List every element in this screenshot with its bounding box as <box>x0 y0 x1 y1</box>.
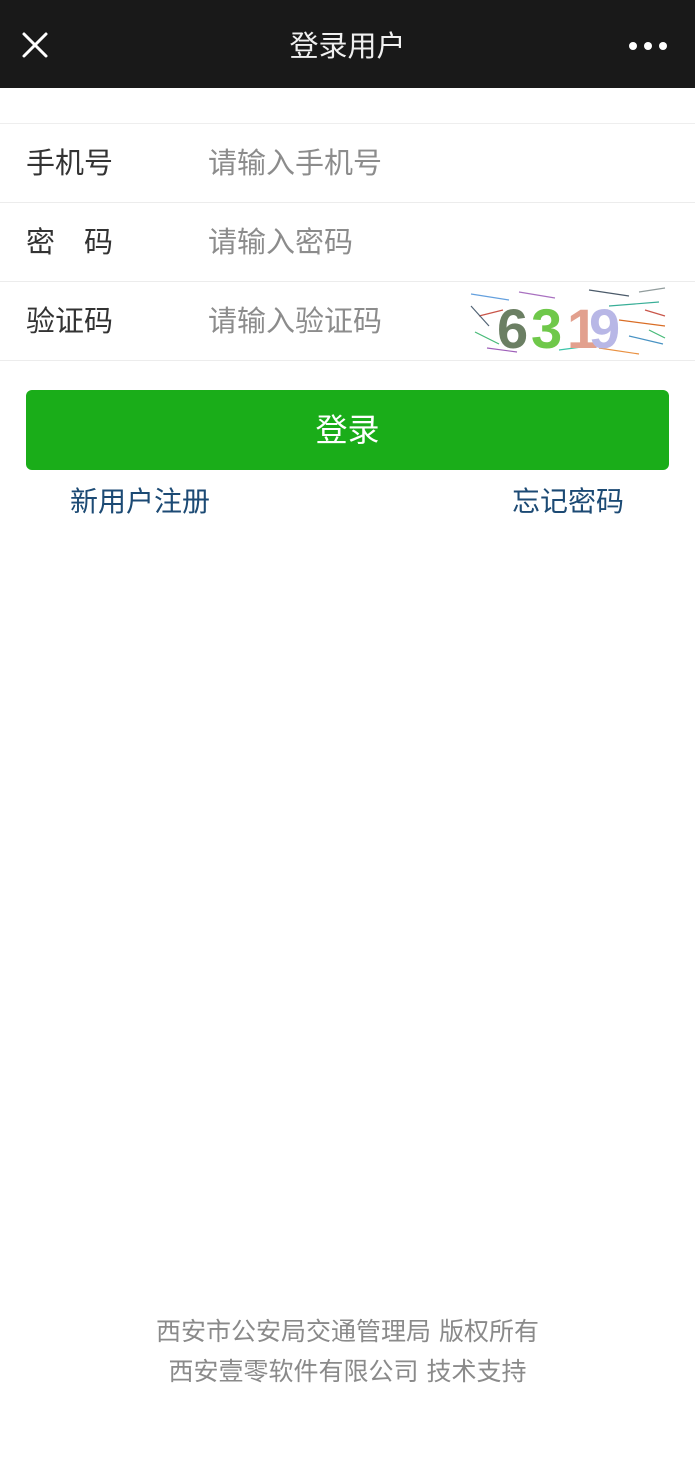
footer-copyright: 西安市公安局交通管理局 版权所有 <box>156 1317 539 1346</box>
password-row: 密 码 <box>0 203 695 282</box>
forgot-password-link[interactable]: 忘记密码 <box>512 484 624 520</box>
captcha-row: 验证码 请输入验证码 6 3 1 9 <box>0 282 695 361</box>
captcha-image[interactable]: 6 3 1 9 <box>469 286 667 360</box>
captcha-input[interactable] <box>208 299 458 343</box>
page-title: 登录用户 <box>289 29 406 63</box>
phone-input[interactable] <box>208 141 458 185</box>
password-input[interactable] <box>208 220 458 264</box>
captcha-label: 验证码 <box>26 304 114 338</box>
captcha-digit-4: 9 <box>589 297 620 358</box>
login-button[interactable]: 登录 <box>26 390 669 470</box>
footer-support: 西安壹零软件有限公司 技术支持 <box>168 1357 527 1386</box>
login-screen: 登录用户 手机号 密 码 验证码 <box>0 0 695 1480</box>
phone-label: 手机号 <box>26 146 114 180</box>
password-label: 密 码 <box>26 225 114 259</box>
login-form: 手机号 密 码 验证码 <box>0 123 695 361</box>
more-dots-icon[interactable] <box>619 30 677 62</box>
phone-row: 手机号 <box>0 124 695 203</box>
captcha-digit-1: 6 <box>497 297 528 358</box>
footer: 西安市公安局交通管理局 版权所有 西安壹零软件有限公司 技术支持 <box>0 1312 695 1392</box>
register-link[interactable]: 新用户注册 <box>70 484 210 520</box>
top-navbar: 登录用户 <box>0 0 695 88</box>
captcha-digit-2: 3 <box>531 297 562 358</box>
